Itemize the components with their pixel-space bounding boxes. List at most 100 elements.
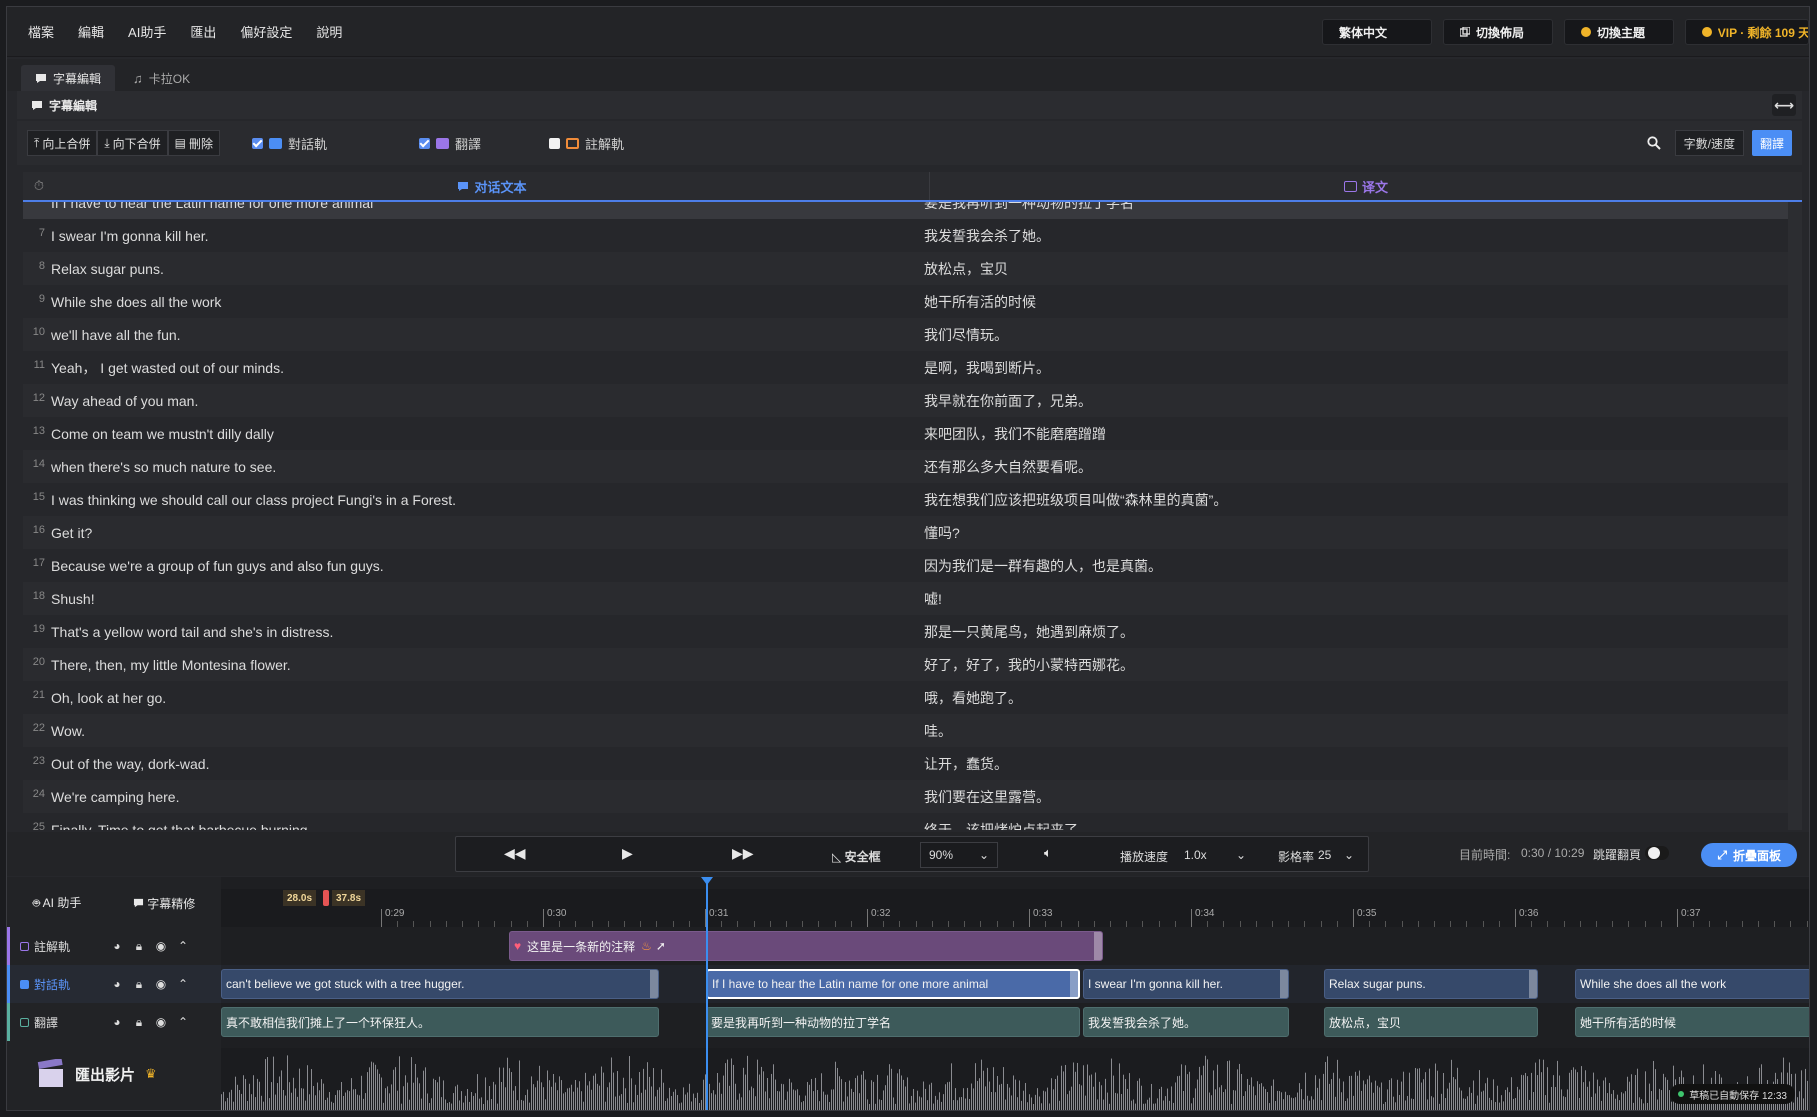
translation-text-cell[interactable]: 要是我再听到一种动物的拉丁学名 xyxy=(924,202,1802,213)
menu-ai[interactable]: AI助手 xyxy=(116,22,178,41)
eye-icon[interactable]: ◉ xyxy=(154,977,168,991)
translation-clip[interactable]: 我发誓我会杀了她。 xyxy=(1083,1007,1289,1037)
toggle-translation-track[interactable]: 翻譯 xyxy=(419,134,481,153)
table-row[interactable]: 21 Oh, look at her go. 哦，看她跑了。 xyxy=(23,681,1802,714)
char-speed-button[interactable]: 字數/速度 xyxy=(1674,130,1744,156)
translation-clip[interactable]: 真不敢相信我们摊上了一个环保狂人。 xyxy=(221,1007,659,1037)
dialog-clip[interactable]: While she does all the work xyxy=(1575,969,1809,999)
source-text-cell[interactable]: Shush! xyxy=(49,591,924,607)
table-row[interactable]: 11 Yeah， I get wasted out of our minds. 是啊… xyxy=(23,351,1802,384)
menu-export[interactable]: 匯出 xyxy=(178,22,228,41)
palette-icon[interactable]: ◕ xyxy=(110,1015,124,1029)
translation-text-cell[interactable]: 我早就在你前面了，兄弟。 xyxy=(924,391,1802,411)
translation-clip[interactable]: 放松点，宝贝 xyxy=(1324,1007,1538,1037)
source-text-cell[interactable]: Yeah， I get wasted out of our minds. xyxy=(49,358,924,378)
vip-button[interactable]: VIP · 剩餘 109 天 xyxy=(1685,19,1809,45)
source-text-cell[interactable]: Oh, look at her go. xyxy=(49,690,924,706)
translation-text-cell[interactable]: 那是一只黄尾鸟，她遇到麻烦了。 xyxy=(924,622,1802,642)
menu-file[interactable]: 檔案 xyxy=(16,22,66,41)
translation-track-checkbox[interactable] xyxy=(419,137,431,149)
source-text-cell[interactable]: Out of the way, dork-wad. xyxy=(49,756,924,772)
toggle-note-track[interactable]: 註解軌 xyxy=(549,134,624,153)
table-scrollbar[interactable] xyxy=(1788,202,1802,830)
table-row[interactable]: 10 we'll have all the fun. 我们尽情玩。 xyxy=(23,318,1802,351)
table-row[interactable]: 20 There, then, my little Montesina flowe… xyxy=(23,648,1802,681)
fast-forward-icon[interactable]: ▶▶ xyxy=(732,845,754,862)
source-text-cell[interactable]: If I have to hear the Latin name for one… xyxy=(49,202,924,211)
source-text-cell[interactable]: Relax sugar puns. xyxy=(49,261,924,277)
table-row[interactable]: 12 Way ahead of you man. 我早就在你前面了，兄弟。 xyxy=(23,384,1802,417)
zoom-select[interactable]: 90% ⌄ xyxy=(920,842,998,868)
translation-text-cell[interactable]: 嘘! xyxy=(924,589,1802,609)
clip-resize-handle[interactable] xyxy=(1280,970,1288,998)
menu-edit[interactable]: 編輯 xyxy=(66,22,116,41)
source-text-cell[interactable]: Because we're a group of fun guys and al… xyxy=(49,558,924,574)
clock-icon[interactable]: ⏱ xyxy=(23,178,55,194)
clip-resize-handle[interactable] xyxy=(1529,970,1537,998)
playhead-handle[interactable] xyxy=(701,877,713,885)
eye-icon[interactable]: ◉ xyxy=(154,1015,168,1029)
table-row[interactable]: 22 Wow. 哇。 xyxy=(23,714,1802,747)
translation-text-cell[interactable]: 好了，好了，我的小蒙特西娜花。 xyxy=(924,655,1802,675)
table-row[interactable]: 14 when there's so much nature to see. 还有那… xyxy=(23,450,1802,483)
time-ruler[interactable]: 28.0s 37.8s 0:29 0:30 0:31 0:32 0:33 0:34 0:35… xyxy=(221,889,1809,927)
translation-text-cell[interactable]: 我在想我们应该把班级项目叫做“森林里的真菌”。 xyxy=(924,490,1802,510)
table-row[interactable]: 7 I swear I'm gonna kill her. 我发誓我会杀了她。 xyxy=(23,219,1802,252)
lock-icon[interactable]: 🔒︎ xyxy=(132,939,146,953)
table-row[interactable]: 16 Get it? 懂吗? xyxy=(23,516,1802,549)
source-text-cell[interactable]: That's a yellow word tail and she's in d… xyxy=(49,624,924,640)
translation-text-cell[interactable]: 哦，看她跑了。 xyxy=(924,688,1802,708)
ai-helper-button[interactable]: 🤖︎ AI 助手 xyxy=(33,894,82,912)
fold-panel-button[interactable]: ⤢ 折疊面板 xyxy=(1701,843,1797,867)
table-row[interactable]: 13 Come on team we mustn't dilly dally 来吧团… xyxy=(23,417,1802,450)
menu-preferences[interactable]: 偏好設定 xyxy=(228,22,304,41)
source-text-cell[interactable]: Finally. Time to get that barbecue burni… xyxy=(49,822,924,831)
source-text-cell[interactable]: We're camping here. xyxy=(49,789,924,805)
lock-icon[interactable]: 🔒︎ xyxy=(132,1015,146,1029)
volume-icon[interactable]: 🔈︎ xyxy=(1044,845,1052,861)
speed-select[interactable]: 1.0x ⌄ xyxy=(1176,842,1254,868)
safe-frame-toggle[interactable]: ◺ 安全框 xyxy=(832,848,881,865)
translation-text-cell[interactable]: 哇。 xyxy=(924,721,1802,741)
source-text-cell[interactable]: I was thinking we should call our class … xyxy=(49,492,924,508)
tab-subtitle-edit[interactable]: 字幕編輯 xyxy=(21,65,116,91)
palette-icon[interactable]: ◕ xyxy=(110,977,124,991)
dialog-clip-selected[interactable]: If I have to hear the Latin name for one… xyxy=(706,969,1080,999)
table-row[interactable]: 19 That's a yellow word tail and she's in… xyxy=(23,615,1802,648)
dialog-clip[interactable]: can't believe we got stuck with a tree h… xyxy=(221,969,659,999)
clip-resize-handle[interactable] xyxy=(1094,932,1102,960)
translation-clip[interactable]: 她干所有活的时候 xyxy=(1575,1007,1809,1037)
translation-text-cell[interactable]: 我发誓我会杀了她。 xyxy=(924,226,1802,246)
chevron-up-icon[interactable]: ⌃ xyxy=(176,939,190,953)
translation-text-cell[interactable]: 我们尽情玩。 xyxy=(924,325,1802,345)
toggle-dialog-track[interactable]: 對話軌 xyxy=(252,134,327,153)
source-text-cell[interactable]: we'll have all the fun. xyxy=(49,327,924,343)
switch-layout-button[interactable]: 切換佈局 xyxy=(1443,19,1553,45)
fps-select[interactable]: 25 ⌄ xyxy=(1314,842,1358,868)
translation-text-cell[interactable]: 是啊，我喝到断片。 xyxy=(924,358,1802,378)
table-row[interactable]: 15 I was thinking we should call our clas… xyxy=(23,483,1802,516)
range-end-chip[interactable]: 37.8s xyxy=(332,890,366,906)
refine-button[interactable]: 字幕精修 xyxy=(133,895,195,912)
note-track-checkbox[interactable] xyxy=(549,137,561,149)
audio-waveform[interactable]: 草稿已自動保存 12:33 xyxy=(221,1048,1809,1110)
source-text-cell[interactable]: Way ahead of you man. xyxy=(49,393,924,409)
language-button[interactable]: 繁体中文 xyxy=(1322,19,1432,45)
chevron-up-icon[interactable]: ⌃ xyxy=(176,1015,190,1029)
dialog-clip[interactable]: I swear I'm gonna kill her. xyxy=(1083,969,1289,999)
table-row[interactable]: 23 Out of the way, dork-wad. 让开，蠢货。 xyxy=(23,747,1802,780)
table-row[interactable]: 9 While she does all the work 她干所有活的时候 xyxy=(23,285,1802,318)
merge-up-button[interactable]: ⤒ 向上合併 xyxy=(27,130,98,156)
translation-track-header[interactable]: 翻譯 ◕ 🔒︎ ◉ ⌃ xyxy=(7,1003,221,1041)
lock-icon[interactable]: 🔒︎ xyxy=(132,977,146,991)
chevron-up-icon[interactable]: ⌃ xyxy=(176,977,190,991)
source-text-cell[interactable]: Wow. xyxy=(49,723,924,739)
table-row[interactable]: 18 Shush! 嘘! xyxy=(23,582,1802,615)
play-icon[interactable]: ▶ xyxy=(622,845,633,862)
clip-resize-handle[interactable] xyxy=(650,970,658,998)
translation-text-cell[interactable]: 来吧团队，我们不能磨磨蹭蹭 xyxy=(924,424,1802,444)
source-text-cell[interactable]: Come on team we mustn't dilly dally xyxy=(49,426,924,442)
switch-theme-button[interactable]: 切換主題 xyxy=(1564,19,1674,45)
translation-text-cell[interactable]: 懂吗? xyxy=(924,523,1802,543)
table-row[interactable]: 24 We're camping here. 我们要在这里露营。 xyxy=(23,780,1802,813)
